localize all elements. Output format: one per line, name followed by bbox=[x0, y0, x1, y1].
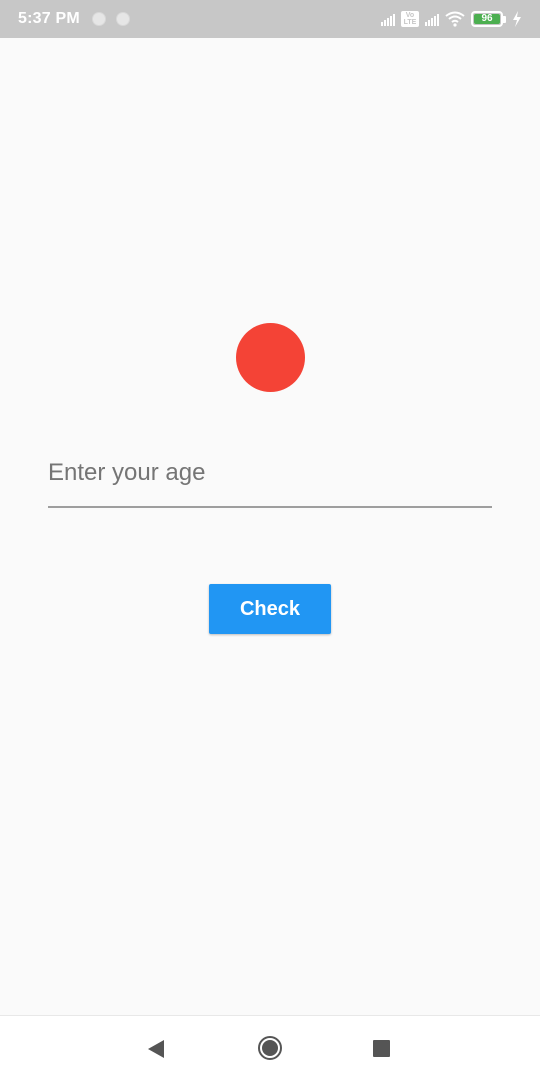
wifi-icon bbox=[445, 11, 465, 27]
navigation-bar bbox=[0, 1015, 540, 1080]
charging-icon bbox=[513, 11, 521, 27]
back-icon[interactable] bbox=[148, 1040, 164, 1058]
volte-icon: Vo LTE bbox=[401, 11, 419, 27]
status-indicator-circle bbox=[236, 323, 305, 392]
notification-dot-icon bbox=[115, 12, 130, 26]
battery-level: 96 bbox=[474, 14, 500, 24]
status-time: 5:37 PM bbox=[18, 10, 80, 27]
status-icons: Vo LTE 96 bbox=[381, 11, 522, 27]
age-input[interactable] bbox=[48, 450, 492, 506]
home-icon[interactable] bbox=[258, 1036, 282, 1060]
signal-icon bbox=[381, 12, 395, 26]
age-field[interactable] bbox=[48, 450, 492, 508]
battery-icon: 96 bbox=[471, 11, 506, 27]
signal-icon bbox=[425, 12, 439, 26]
recents-icon[interactable] bbox=[373, 1040, 390, 1057]
status-bar: 5:37 PM Vo LTE 96 bbox=[0, 0, 540, 38]
check-button[interactable]: Check bbox=[209, 584, 331, 634]
notification-dot-icon bbox=[91, 12, 106, 26]
